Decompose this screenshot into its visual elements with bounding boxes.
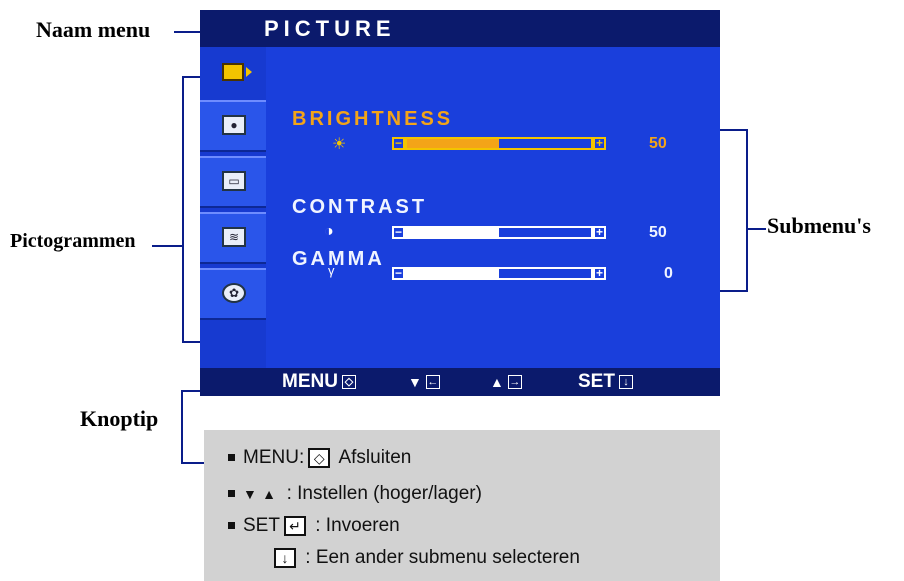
legend-arrows-text: : Instellen (hoger/lager)	[286, 483, 482, 504]
bracket-icons-v	[182, 76, 184, 343]
bullet-icon	[228, 454, 235, 462]
legend-row-arrows: ▼ ▲ : Instellen (hoger/lager)	[228, 483, 482, 505]
bracket-submenus-v	[746, 129, 748, 292]
legend-submenu-text: : Een ander submenu selecteren	[305, 547, 580, 568]
down-arrow-box-icon: ↓	[618, 374, 633, 389]
exit-key-icon: ◇	[308, 447, 331, 468]
callout-submenus: Submenu's	[767, 213, 871, 238]
osd-icon-column: ● ▭ ≋ ✿	[200, 47, 266, 368]
brightness-icon: ☀	[332, 136, 347, 153]
gamma-slider[interactable]	[405, 267, 593, 280]
osd-menu-title: PICTURE	[200, 10, 720, 47]
color-icon-tab[interactable]: ●	[200, 100, 266, 152]
gamma-icon: γ	[328, 263, 335, 278]
tracking-icon-tab[interactable]: ≋	[200, 212, 266, 264]
menu-button[interactable]: MENU ◇	[282, 368, 356, 396]
color-icon: ●	[222, 115, 246, 135]
legend-row-menu: MENU: ◇ Afsluiten	[228, 447, 411, 469]
leader-line-icons	[152, 245, 182, 247]
osd-screen: PICTURE ● ▭ ≋ ✿ BRIGHTNESS ☀ − + 50 CONT…	[200, 10, 720, 396]
submenu-brightness-label[interactable]: BRIGHTNESS	[292, 108, 453, 131]
contrast-value: 50	[649, 224, 667, 241]
down-arrow-icon: ▼	[408, 374, 422, 390]
legend-row-submenu: ↓ : Een ander submenu selecteren	[270, 547, 580, 569]
setup-icon: ✿	[222, 283, 246, 303]
osd-button-bar: MENU ◇ ▼ ← ▲ → SET ↓	[200, 368, 720, 396]
exit-icon: ◇	[341, 374, 356, 389]
set-button-label: SET	[578, 371, 615, 392]
down-arrow-legend-icon: ▼	[243, 486, 257, 502]
bracket-icons-top	[182, 76, 200, 78]
legend-set-key: SET	[243, 515, 280, 536]
down-button[interactable]: ▼ ←	[408, 368, 440, 396]
contrast-slider[interactable]	[405, 226, 593, 239]
down-key-icon: ↓	[274, 547, 296, 568]
contrast-icon: ◑	[324, 223, 334, 240]
gamma-value: 0	[664, 265, 673, 282]
set-button[interactable]: SET ↓	[578, 368, 633, 396]
contrast-plus-icon[interactable]: +	[593, 226, 606, 239]
contrast-fill	[407, 228, 499, 237]
bracket-icons-bottom	[182, 341, 200, 343]
menu-button-label: MENU	[282, 371, 338, 392]
tracking-icon: ≋	[222, 227, 246, 247]
legend-row-set: SET ↵ : Invoeren	[228, 515, 400, 537]
bullet-icon	[228, 490, 235, 498]
position-icon-tab[interactable]: ▭	[200, 156, 266, 208]
button-tip-legend: MENU: ◇ Afsluiten ▼ ▲ : Instellen (hoger/…	[204, 430, 720, 581]
left-arrow-box-icon: ←	[425, 374, 440, 389]
callout-button-tip: Knoptip	[80, 406, 159, 431]
gamma-plus-icon[interactable]: +	[593, 267, 606, 280]
submenu-contrast-label[interactable]: CONTRAST	[292, 196, 427, 219]
legend-menu-text: Afsluiten	[338, 447, 412, 468]
gamma-fill	[407, 269, 499, 278]
submenu-gamma-label[interactable]: GAMMA	[292, 248, 385, 271]
legend-menu-key: MENU:	[243, 447, 305, 468]
up-button[interactable]: ▲ →	[490, 368, 522, 396]
setup-icon-tab[interactable]: ✿	[200, 268, 266, 320]
active-tab-arrow-icon	[246, 67, 252, 77]
callout-menu-name: Naam menu	[36, 17, 151, 42]
picture-icon[interactable]	[222, 63, 244, 81]
brightness-value: 50	[649, 135, 667, 152]
enter-key-icon: ↵	[283, 515, 306, 536]
bullet-icon	[228, 522, 235, 530]
brightness-slider[interactable]	[405, 137, 593, 150]
leader-line-submenus	[746, 228, 766, 230]
leader-line-menu-name	[174, 31, 200, 33]
brightness-plus-icon[interactable]: +	[593, 137, 606, 150]
contrast-minus-icon[interactable]: −	[392, 226, 405, 239]
bracket-tip-v	[181, 390, 183, 464]
bracket-tip-top	[181, 390, 201, 392]
right-arrow-box-icon: →	[507, 374, 522, 389]
up-arrow-icon: ▲	[490, 374, 504, 390]
legend-set-text: : Invoeren	[315, 515, 400, 536]
gamma-minus-icon[interactable]: −	[392, 267, 405, 280]
callout-icons: Pictogrammen	[10, 230, 136, 252]
brightness-minus-icon[interactable]: −	[392, 137, 405, 150]
up-arrow-legend-icon: ▲	[262, 486, 276, 502]
position-icon: ▭	[222, 171, 246, 191]
brightness-fill	[407, 139, 499, 148]
